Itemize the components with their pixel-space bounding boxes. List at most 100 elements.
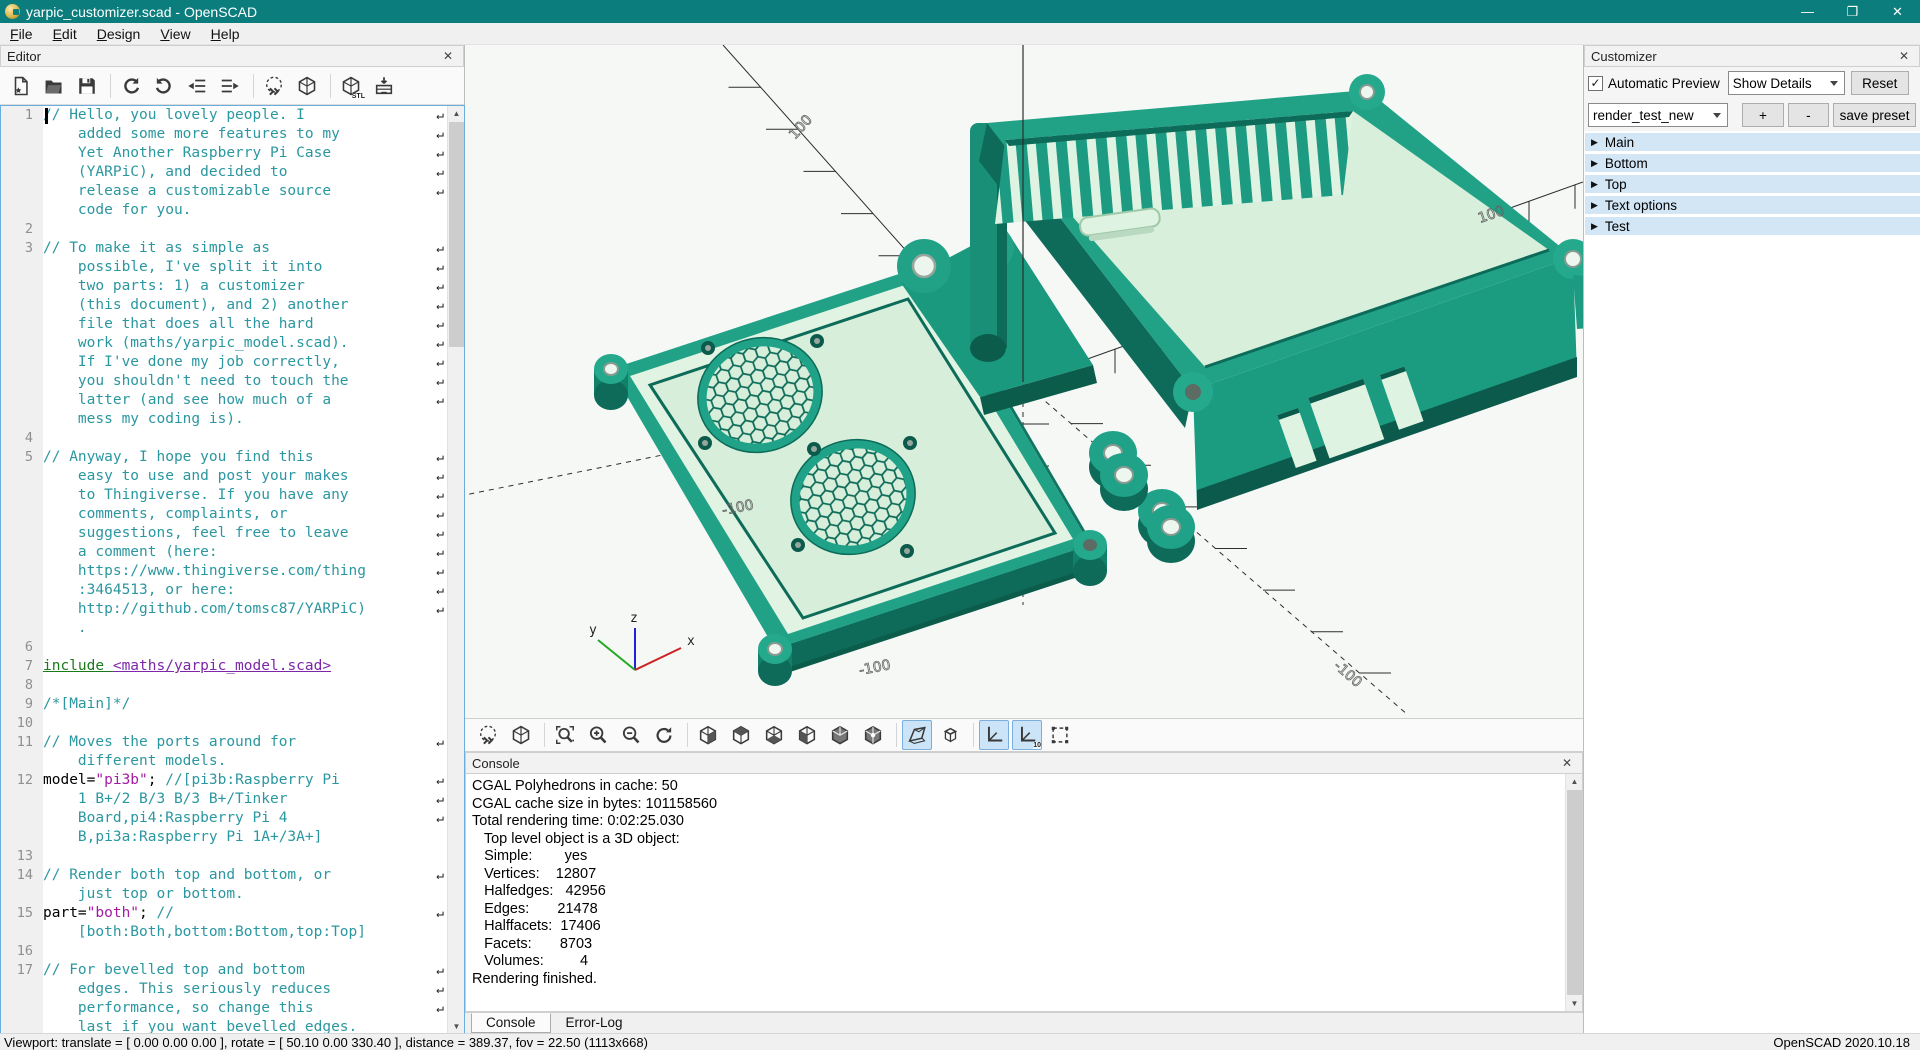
preset-dropdown[interactable]: render_test_new <box>1588 103 1728 127</box>
code-row[interactable]: 5// Anyway, I hope you find this↵ <box>1 448 447 467</box>
code-row[interactable]: 10 <box>1 714 447 733</box>
code-row[interactable]: https://www.thingiverse.com/thing↵ <box>1 562 447 581</box>
preview-button[interactable] <box>473 720 503 750</box>
3d-viewport[interactable]: 100 100 -100 -100 -100 z y x <box>465 45 1583 718</box>
code-row[interactable]: 17// For bevelled top and bottom↵ <box>1 961 447 980</box>
save-button[interactable] <box>72 71 102 101</box>
code-row[interactable]: a comment (here:↵ <box>1 543 447 562</box>
code-row[interactable]: performance, so change this↵ <box>1 999 447 1018</box>
scroll-up-icon[interactable]: ▲ <box>1566 774 1583 789</box>
expand-arrow-icon[interactable]: ▶ <box>1591 221 1598 232</box>
editor-scrollbar[interactable]: ▲ ▼ <box>447 106 464 1034</box>
menu-help[interactable]: Help <box>201 23 250 44</box>
orthogonal-button[interactable] <box>935 720 965 750</box>
code-row[interactable]: 13 <box>1 847 447 866</box>
code-row[interactable]: last if you want bevelled edges. <box>1 1018 447 1034</box>
tree-group-text-options[interactable]: ▶Text options <box>1585 196 1920 214</box>
add-preset-button[interactable]: + <box>1742 103 1783 127</box>
zoom-out-button[interactable] <box>616 720 646 750</box>
code-row[interactable]: 3// To make it as simple as↵ <box>1 239 447 258</box>
view-top-button[interactable] <box>726 720 756 750</box>
code-row[interactable]: you shouldn't need to touch the↵ <box>1 372 447 391</box>
code-row[interactable]: 8 <box>1 676 447 695</box>
automatic-preview-checkbox[interactable]: ✓ <box>1588 76 1603 91</box>
reset-button[interactable]: Reset <box>1851 71 1909 95</box>
editor-close-icon[interactable]: ✕ <box>439 49 457 63</box>
show-details-dropdown[interactable]: Show Details <box>1728 71 1845 95</box>
expand-arrow-icon[interactable]: ▶ <box>1591 158 1598 169</box>
code-row[interactable]: 16 <box>1 942 447 961</box>
expand-arrow-icon[interactable]: ▶ <box>1591 200 1598 211</box>
tab-console[interactable]: Console <box>471 1013 551 1033</box>
code-row[interactable]: 9/*[Main]*/ <box>1 695 447 714</box>
view-all-button[interactable] <box>1045 720 1075 750</box>
code-row[interactable]: added some more features to my↵ <box>1 125 447 144</box>
export-stl-button[interactable]: STL <box>336 71 366 101</box>
code-row[interactable]: 2 <box>1 220 447 239</box>
redo-button[interactable] <box>149 71 179 101</box>
code-row[interactable]: easy to use and post your makes↵ <box>1 467 447 486</box>
code-row[interactable]: 6 <box>1 638 447 657</box>
perspective-button[interactable] <box>902 720 932 750</box>
code-row[interactable]: http://github.com/tomsc87/YARPiC)↵ <box>1 600 447 619</box>
tab-error-log[interactable]: Error-Log <box>551 1013 638 1033</box>
view-right-button[interactable] <box>693 720 723 750</box>
open-file-button[interactable] <box>39 71 69 101</box>
show-scale-markers-button[interactable]: 10 <box>1012 720 1042 750</box>
zoom-in-button[interactable] <box>583 720 613 750</box>
tree-group-top[interactable]: ▶Top <box>1585 175 1920 193</box>
undo-button[interactable] <box>116 71 146 101</box>
view-front-button[interactable] <box>825 720 855 750</box>
customizer-close-icon[interactable]: ✕ <box>1895 49 1913 63</box>
editor-scrollbar-thumb[interactable] <box>449 122 464 347</box>
code-row[interactable]: If I've done my job correctly,↵ <box>1 353 447 372</box>
remove-preset-button[interactable]: - <box>1788 103 1829 127</box>
code-row[interactable]: [both:Both,bottom:Bottom,top:Top] <box>1 923 447 942</box>
code-row[interactable]: just top or bottom. <box>1 885 447 904</box>
tree-group-test[interactable]: ▶Test <box>1585 217 1920 235</box>
code-row[interactable]: (YARPiC), and decided to↵ <box>1 163 447 182</box>
new-file-button[interactable] <box>6 71 36 101</box>
code-row[interactable]: 1 B+/2 B/3 B/3 B+/Tinker↵ <box>1 790 447 809</box>
code-row[interactable]: 14// Render both top and bottom, or↵ <box>1 866 447 885</box>
console-scrollbar[interactable]: ▲ ▼ <box>1565 774 1582 1011</box>
code-row[interactable]: 12model="pi3b"; //[pi3b:Raspberry Pi↵ <box>1 771 447 790</box>
menu-view[interactable]: View <box>150 23 200 44</box>
code-row[interactable]: comments, complaints, or↵ <box>1 505 447 524</box>
save-preset-button[interactable]: save preset <box>1833 103 1916 127</box>
expand-arrow-icon[interactable]: ▶ <box>1591 179 1598 190</box>
zoom-all-button[interactable] <box>550 720 580 750</box>
code-row[interactable]: different models. <box>1 752 447 771</box>
code-row[interactable]: mess my coding is). <box>1 410 447 429</box>
code-row[interactable]: . <box>1 619 447 638</box>
code-editor[interactable]: 1// Hello, you lovely people. I↵ added s… <box>0 105 465 1035</box>
code-row[interactable]: 7include <maths/yarpic_model.scad> <box>1 657 447 676</box>
code-row[interactable]: to Thingiverse. If you have any↵ <box>1 486 447 505</box>
console-scrollbar-thumb[interactable] <box>1567 790 1582 995</box>
view-back-button[interactable] <box>858 720 888 750</box>
scroll-up-icon[interactable]: ▲ <box>448 106 465 121</box>
minimize-button[interactable]: — <box>1785 0 1830 23</box>
maximize-button[interactable]: ❐ <box>1830 0 1875 23</box>
code-row[interactable]: code for you. <box>1 201 447 220</box>
expand-arrow-icon[interactable]: ▶ <box>1591 137 1598 148</box>
code-row[interactable]: (this document), and 2) another↵ <box>1 296 447 315</box>
scroll-down-icon[interactable]: ▼ <box>448 1019 465 1034</box>
code-row[interactable]: Board,pi4:Raspberry Pi 4↵ <box>1 809 447 828</box>
render-button[interactable] <box>292 71 322 101</box>
code-row[interactable]: edges. This seriously reduces↵ <box>1 980 447 999</box>
code-text-area[interactable]: 1// Hello, you lovely people. I↵ added s… <box>1 106 447 1034</box>
code-row[interactable]: 1// Hello, you lovely people. I↵ <box>1 106 447 125</box>
view-bottom-button[interactable] <box>759 720 789 750</box>
menu-design[interactable]: Design <box>87 23 151 44</box>
code-row[interactable]: file that does all the hard↵ <box>1 315 447 334</box>
code-row[interactable]: :3464513, or here:↵ <box>1 581 447 600</box>
code-row[interactable]: Yet Another Raspberry Pi Case↵ <box>1 144 447 163</box>
show-axes-button[interactable] <box>979 720 1009 750</box>
code-row[interactable]: 15part="both"; //↵ <box>1 904 447 923</box>
indent-button[interactable] <box>215 71 245 101</box>
menu-edit[interactable]: Edit <box>43 23 87 44</box>
scroll-down-icon[interactable]: ▼ <box>1566 996 1583 1011</box>
code-row[interactable]: latter (and see how much of a↵ <box>1 391 447 410</box>
code-row[interactable]: B,pi3a:Raspberry Pi 1A+/3A+] <box>1 828 447 847</box>
